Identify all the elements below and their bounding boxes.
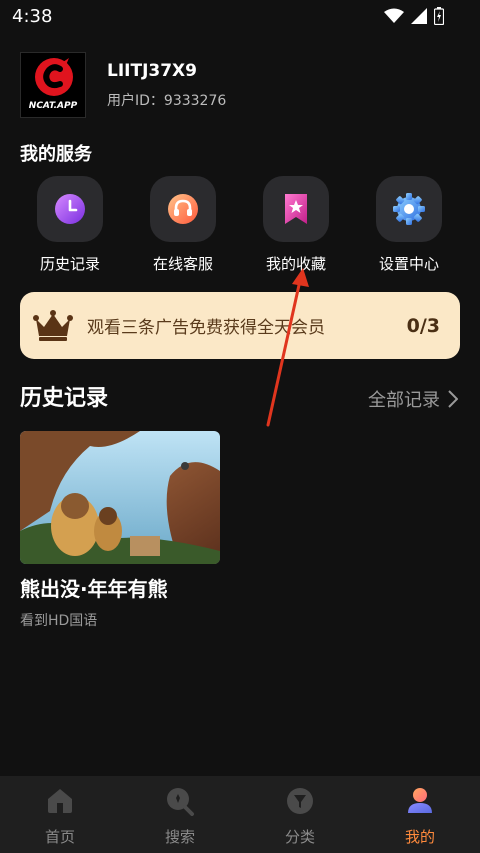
service-settings[interactable]: 设置中心 — [359, 176, 459, 274]
nav-home[interactable]: 首页 — [0, 776, 120, 853]
home-icon — [48, 789, 72, 813]
nav-category[interactable]: 分类 — [240, 776, 360, 853]
video-thumbnail — [20, 431, 220, 564]
service-label: 我的收藏 — [265, 255, 326, 273]
search-icon — [167, 788, 194, 816]
vip-banner-text: 观看三条广告免费获得全天会员 — [87, 318, 325, 338]
service-icon-bg — [376, 176, 442, 242]
signal-icon — [411, 8, 427, 24]
nav-profile[interactable]: 我的 — [360, 776, 480, 853]
video-title: 熊出没·年年有熊 — [20, 577, 168, 601]
nav-label: 搜索 — [164, 828, 195, 846]
bottom-nav: 首页 搜索 分类 我的 — [0, 776, 480, 853]
status-bar: 4:38 — [0, 0, 480, 34]
battery-icon — [434, 7, 444, 25]
logo-text: NCAT.APP — [28, 101, 78, 111]
service-support[interactable]: 在线客服 — [133, 176, 233, 274]
view-all-history-link[interactable]: 全部记录 — [368, 386, 458, 412]
history-item[interactable]: 熊出没·年年有熊 看到HD国语 — [20, 431, 220, 630]
view-all-label: 全部记录 — [368, 390, 440, 411]
clock-icon — [55, 194, 85, 224]
gear-icon — [393, 193, 425, 225]
user-id: 用户ID：9333276 — [107, 92, 227, 109]
status-time: 4:38 — [12, 6, 53, 27]
crown-icon — [33, 309, 73, 341]
profile-info: LIITJ37X9 用户ID：9333276 — [107, 61, 226, 110]
category-icon — [287, 788, 313, 814]
vip-progress-count: 0/3 — [406, 314, 440, 337]
service-icon-bg — [37, 176, 103, 242]
nav-label: 我的 — [404, 828, 435, 846]
headset-icon — [168, 194, 198, 224]
bookmark-star-icon — [285, 194, 307, 224]
service-history[interactable]: 历史记录 — [20, 176, 120, 274]
profile-icon — [408, 788, 432, 813]
service-favorites[interactable]: 我的收藏 — [246, 176, 346, 274]
nav-label: 首页 — [44, 828, 75, 846]
vip-ad-banner[interactable]: 观看三条广告免费获得全天会员 0/3 — [20, 292, 460, 359]
avatar: NCAT.APP — [20, 52, 86, 118]
service-label: 设置中心 — [378, 255, 439, 273]
history-title: 历史记录 — [20, 386, 109, 411]
services-title: 我的服务 — [20, 144, 92, 165]
service-label: 在线客服 — [152, 255, 213, 273]
app-logo-icon — [35, 58, 73, 96]
service-icon-bg — [263, 176, 329, 242]
chevron-right-icon — [448, 390, 458, 408]
wifi-icon — [384, 8, 404, 23]
annotation-arrow — [266, 268, 309, 427]
services-grid: 历史记录 在线客服 我的收藏 设置中心 — [0, 176, 480, 276]
profile-header[interactable]: NCAT.APP LIITJ37X9 用户ID：9333276 — [20, 52, 226, 118]
service-label: 历史记录 — [39, 255, 100, 273]
nav-search[interactable]: 搜索 — [120, 776, 240, 853]
status-icons — [384, 7, 444, 25]
nav-label: 分类 — [284, 828, 315, 846]
service-icon-bg — [150, 176, 216, 242]
video-progress: 看到HD国语 — [20, 613, 98, 629]
username: LIITJ37X9 — [107, 60, 197, 81]
